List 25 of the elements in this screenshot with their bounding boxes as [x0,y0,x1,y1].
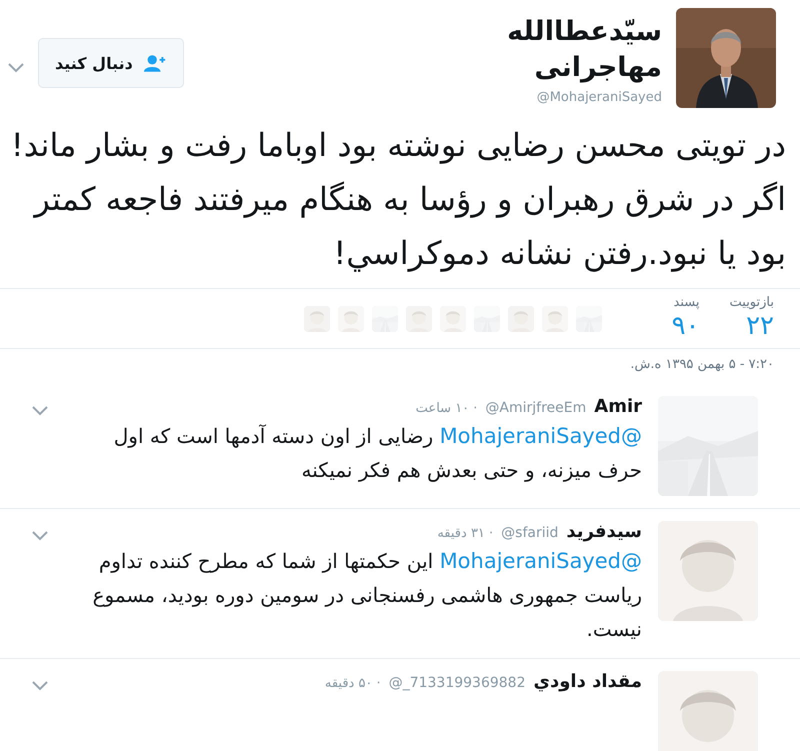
user-name[interactable]: سیدفرید [566,521,642,542]
profile-name: سیّدعطاالله مهاجرانی [506,15,662,85]
stat-label: بازتوییت [730,295,774,310]
chevron-icon[interactable] [8,63,24,73]
stat-count[interactable]: ۹۰ [672,310,700,342]
user-handle[interactable]: @_7133199369882 [388,675,526,691]
follow-button[interactable]: دنبال کنید [38,38,184,88]
tweet-date: ۷:۲۰ - ۵ بهمن ۱۳۹۵ ه.ش. [629,356,775,374]
add-user-icon [142,54,167,72]
stat-label: پسند [674,295,700,310]
profile-handle: @MohajeraniSayed [536,90,662,105]
chevron-icon[interactable] [32,681,48,691]
chevron-icon[interactable] [32,406,48,416]
user-name[interactable]: مقداد داودي [533,671,642,692]
mention-link[interactable]: @MohajeraniSayed [440,549,642,573]
chevron-icon[interactable] [32,531,48,541]
mention-link[interactable]: @MohajeraniSayed [440,424,642,448]
user-name[interactable]: Amir [594,396,642,417]
user-handle[interactable]: @sfariid [501,525,558,541]
stat-count[interactable]: ۲۲ [746,310,774,342]
reply-time: · ۱۰ ساعت [416,401,478,416]
reply-time: · ۵۰ دقیقه [324,676,381,691]
user-handle[interactable]: @AmirjfreeEm [485,400,586,416]
tweet-text: در تویتی محسن رضایی نوشته بود اوباما رفت و بشار ماند! اگر در شرق رهبران و رؤسا به هنگام میرفتند فاجعه کمتر بود یا نبود.رفتن نشانه دموکراسي! [10,125,787,274]
reply-time: · ۳۱ دقیقه [437,526,494,541]
